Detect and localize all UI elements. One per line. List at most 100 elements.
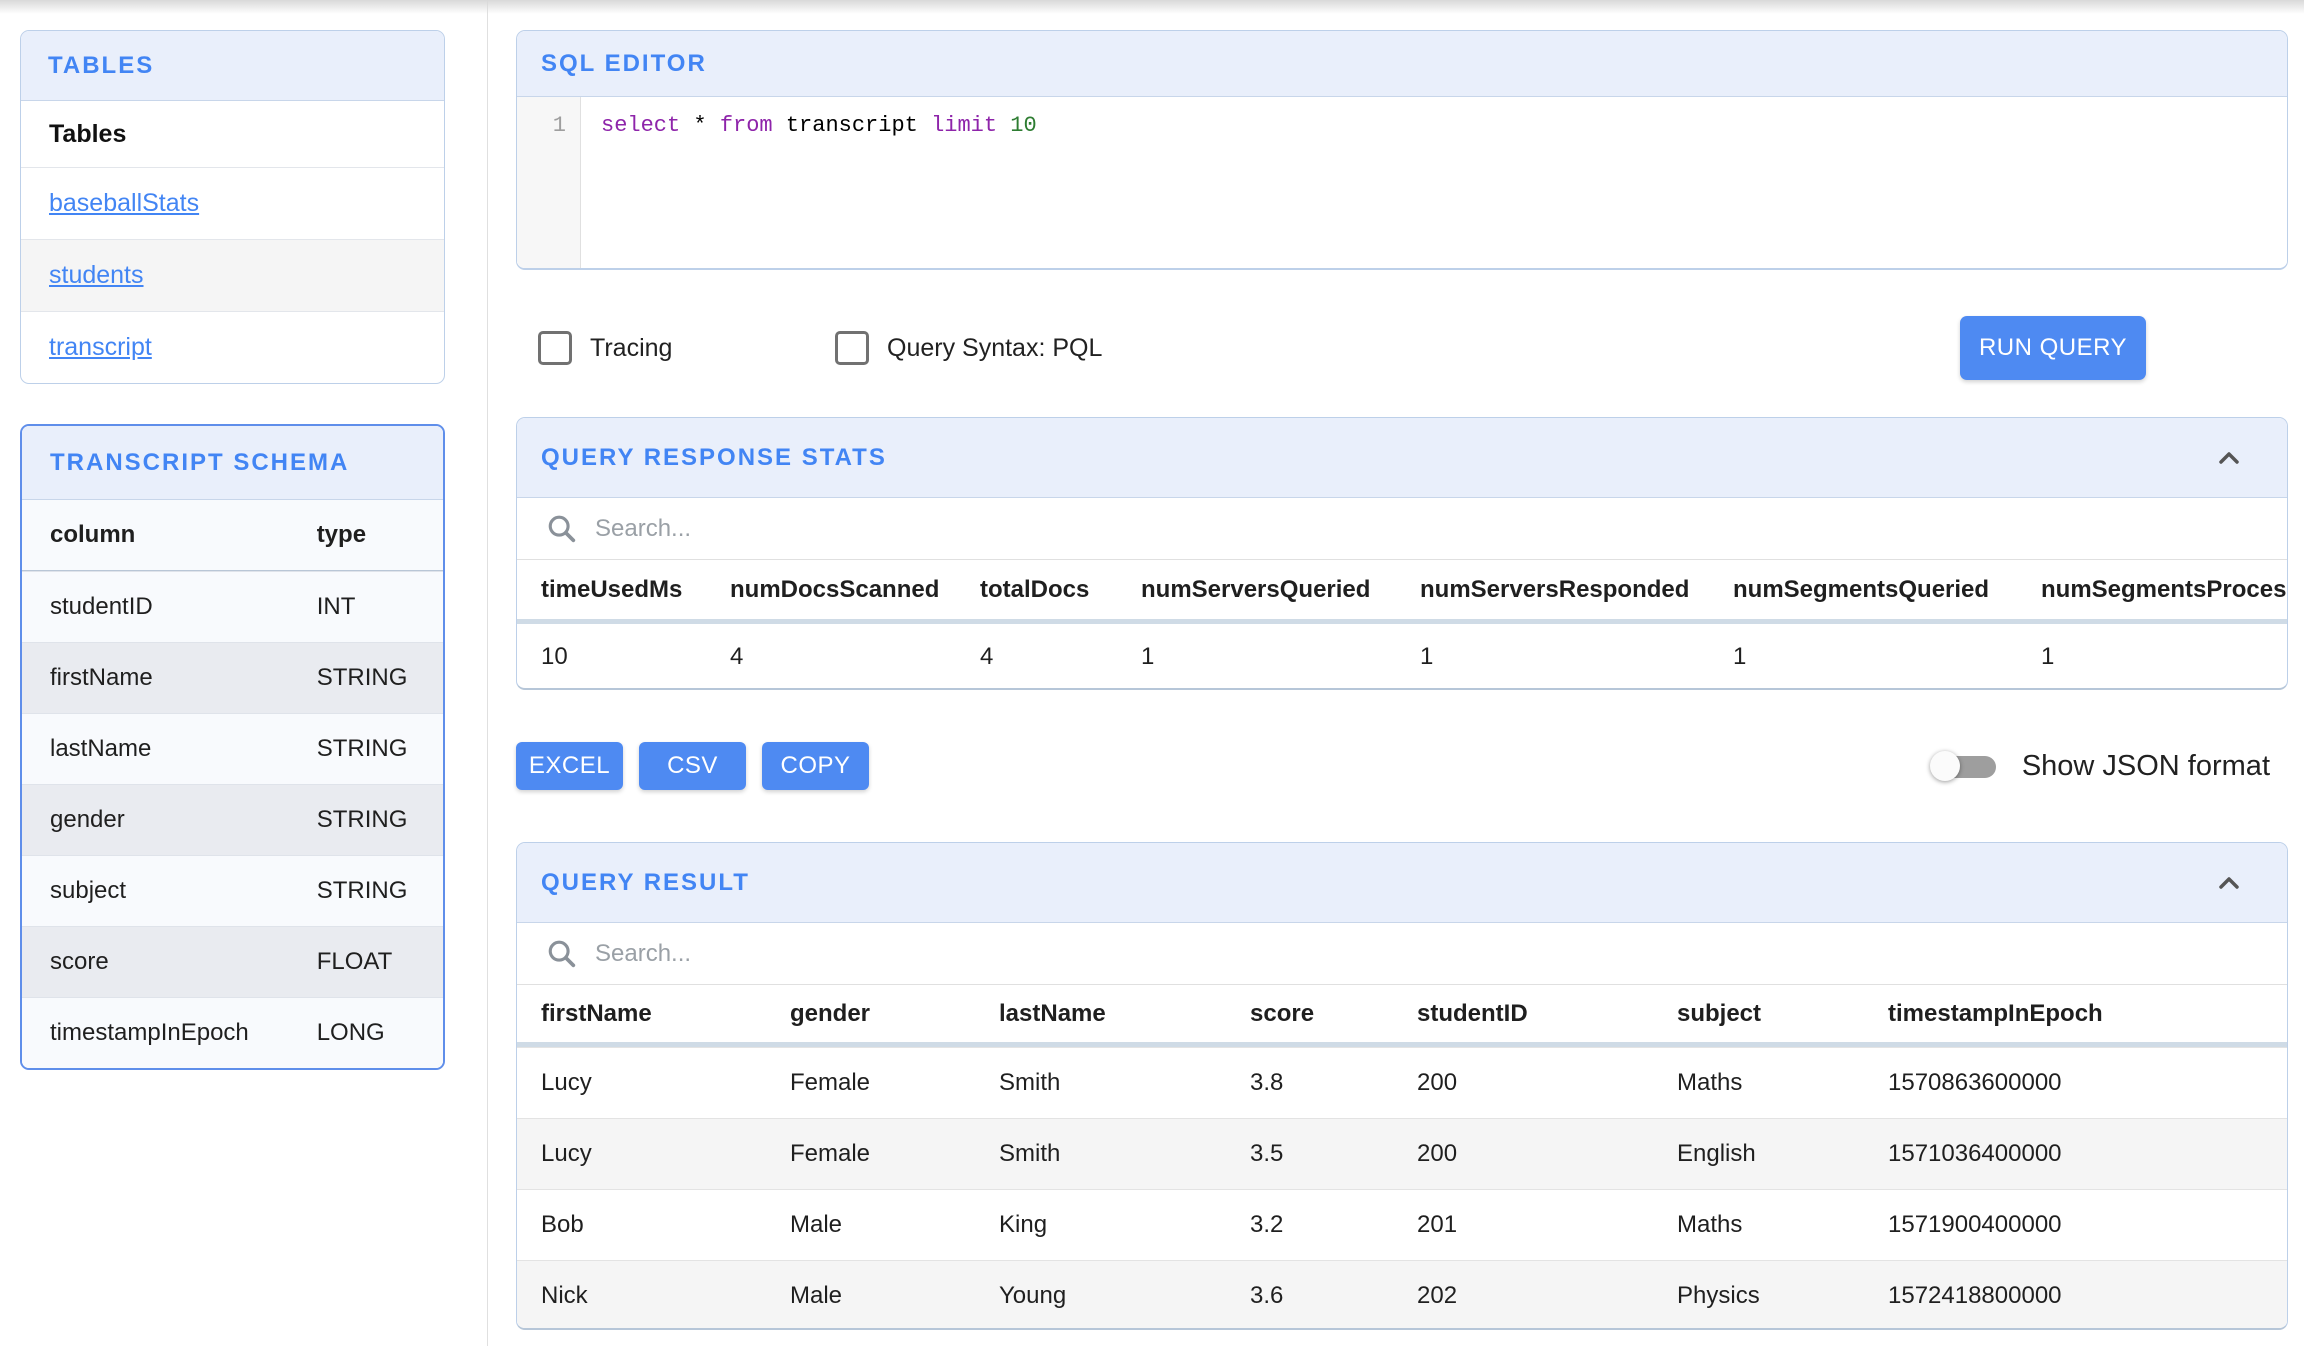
schema-column-type: STRING	[317, 664, 443, 692]
result-cell: Smith	[975, 1069, 1226, 1097]
sql-table-name: transcript	[786, 113, 918, 138]
table-list-item[interactable]: students	[21, 239, 444, 311]
sidebar-main-divider	[487, 0, 488, 1346]
csv-button[interactable]: CSV	[639, 742, 746, 790]
schema-column-type: STRING	[317, 735, 443, 763]
result-col-header: timestampInEpoch	[1864, 1000, 2288, 1028]
result-col-header: studentID	[1393, 1000, 1653, 1028]
result-search-input[interactable]	[595, 940, 995, 968]
schema-row: firstName STRING	[22, 642, 443, 713]
tracing-option[interactable]: Tracing	[538, 316, 672, 380]
table-list-item[interactable]: transcript	[21, 311, 444, 383]
result-cell: Young	[975, 1282, 1226, 1310]
result-col-header: firstName	[517, 1000, 766, 1028]
schema-column-name: subject	[22, 877, 317, 905]
schema-row: subject STRING	[22, 855, 443, 926]
chevron-up-icon	[2213, 867, 2245, 899]
result-cell: 3.5	[1226, 1140, 1393, 1168]
sidebar: TABLES Tables baseballStats students tra…	[20, 30, 445, 1070]
schema-column-type: STRING	[317, 806, 443, 834]
code-editor[interactable]: 1 select * from transcript limit 10	[517, 97, 2287, 269]
stats-value: 4	[956, 643, 1117, 671]
schema-col-header-column: column	[22, 521, 317, 549]
result-cell: Smith	[975, 1140, 1226, 1168]
main-content: SQL EDITOR 1 select * from transcript li…	[516, 0, 2288, 1330]
schema-row: lastName STRING	[22, 713, 443, 784]
tracing-checkbox[interactable]	[538, 331, 572, 365]
result-cell: King	[975, 1211, 1226, 1239]
result-panel-title: QUERY RESULT	[541, 869, 750, 897]
show-json-label: Show JSON format	[2022, 750, 2270, 783]
result-cell: 200	[1393, 1069, 1653, 1097]
result-table-row: Lucy Female Smith 3.5 200 English 157103…	[517, 1118, 2287, 1189]
result-cell: 201	[1393, 1211, 1653, 1239]
schema-column-name: lastName	[22, 735, 317, 763]
sql-keyword: from	[720, 113, 773, 138]
result-col-header: score	[1226, 1000, 1393, 1028]
schema-col-header-type: type	[317, 521, 443, 549]
result-cell: 200	[1393, 1140, 1653, 1168]
sql-code-line[interactable]: select * from transcript limit 10	[581, 97, 1037, 269]
stats-collapse-button[interactable]	[2211, 440, 2247, 476]
sql-editor-title: SQL EDITOR	[541, 50, 707, 78]
schema-panel-header: TRANSCRIPT SCHEMA	[22, 426, 443, 500]
copy-button[interactable]: COPY	[762, 742, 869, 790]
search-icon	[545, 937, 579, 971]
schema-column-type: LONG	[317, 1019, 443, 1047]
result-cell: Lucy	[517, 1069, 766, 1097]
result-table-row: Nick Male Young 3.6 202 Physics 15724188…	[517, 1260, 2287, 1330]
table-link-baseballStats[interactable]: baseballStats	[49, 189, 199, 218]
stats-value: 1	[1396, 643, 1709, 671]
pql-option[interactable]: Query Syntax: PQL	[835, 316, 1102, 380]
schema-row: studentID INT	[22, 571, 443, 642]
sql-keyword: limit	[931, 113, 997, 138]
result-cell: Male	[766, 1282, 975, 1310]
schema-column-type: INT	[317, 593, 443, 621]
query-response-stats-panel: QUERY RESPONSE STATS timeUsedMs numDocsS…	[516, 417, 2288, 690]
sql-editor-panel: SQL EDITOR 1 select * from transcript li…	[516, 30, 2288, 270]
export-row: EXCEL CSV COPY Show JSON format	[516, 742, 2288, 790]
show-json-toggle[interactable]	[1932, 746, 1996, 786]
schema-column-name: score	[22, 948, 317, 976]
tables-panel-title: TABLES	[48, 52, 154, 80]
result-cell: English	[1653, 1140, 1864, 1168]
result-search-row	[517, 923, 2287, 985]
result-table-row: Lucy Female Smith 3.8 200 Maths 15708636…	[517, 1047, 2287, 1118]
stats-col-header: numServersResponded	[1396, 576, 1709, 604]
result-col-header: lastName	[975, 1000, 1226, 1028]
result-cell: 1571900400000	[1864, 1211, 2288, 1239]
chevron-up-icon	[2213, 442, 2245, 474]
pql-label: Query Syntax: PQL	[887, 334, 1102, 363]
run-query-button[interactable]: RUN QUERY	[1960, 316, 2146, 380]
stats-col-header: numSegmentsProcessed	[2017, 576, 2288, 604]
result-cell: 1570863600000	[1864, 1069, 2288, 1097]
stats-search-input[interactable]	[595, 515, 995, 543]
result-cell: 1571036400000	[1864, 1140, 2288, 1168]
table-list-item[interactable]: baseballStats	[21, 167, 444, 239]
sql-star: *	[693, 113, 706, 138]
result-cell: Physics	[1653, 1282, 1864, 1310]
result-col-header: subject	[1653, 1000, 1864, 1028]
stats-panel-header: QUERY RESPONSE STATS	[517, 418, 2287, 498]
stats-col-header: timeUsedMs	[517, 576, 706, 604]
result-cell: Male	[766, 1211, 975, 1239]
sql-number-literal: 10	[1010, 113, 1036, 138]
schema-column-name: gender	[22, 806, 317, 834]
schema-row: gender STRING	[22, 784, 443, 855]
result-collapse-button[interactable]	[2211, 865, 2247, 901]
result-cell: Lucy	[517, 1140, 766, 1168]
excel-button[interactable]: EXCEL	[516, 742, 623, 790]
tables-list-header: Tables	[21, 101, 444, 167]
pql-checkbox[interactable]	[835, 331, 869, 365]
table-link-students[interactable]: students	[49, 261, 144, 290]
result-table-row: Bob Male King 3.2 201 Maths 157190040000…	[517, 1189, 2287, 1260]
result-cell: 202	[1393, 1282, 1653, 1310]
result-cell: Female	[766, 1069, 975, 1097]
table-link-transcript[interactable]: transcript	[49, 333, 152, 362]
stats-value: 1	[2017, 643, 2288, 671]
stats-panel-title: QUERY RESPONSE STATS	[541, 444, 887, 472]
result-cell: 3.2	[1226, 1211, 1393, 1239]
search-icon	[545, 512, 579, 546]
schema-row: score FLOAT	[22, 926, 443, 997]
result-cell: Nick	[517, 1282, 766, 1310]
